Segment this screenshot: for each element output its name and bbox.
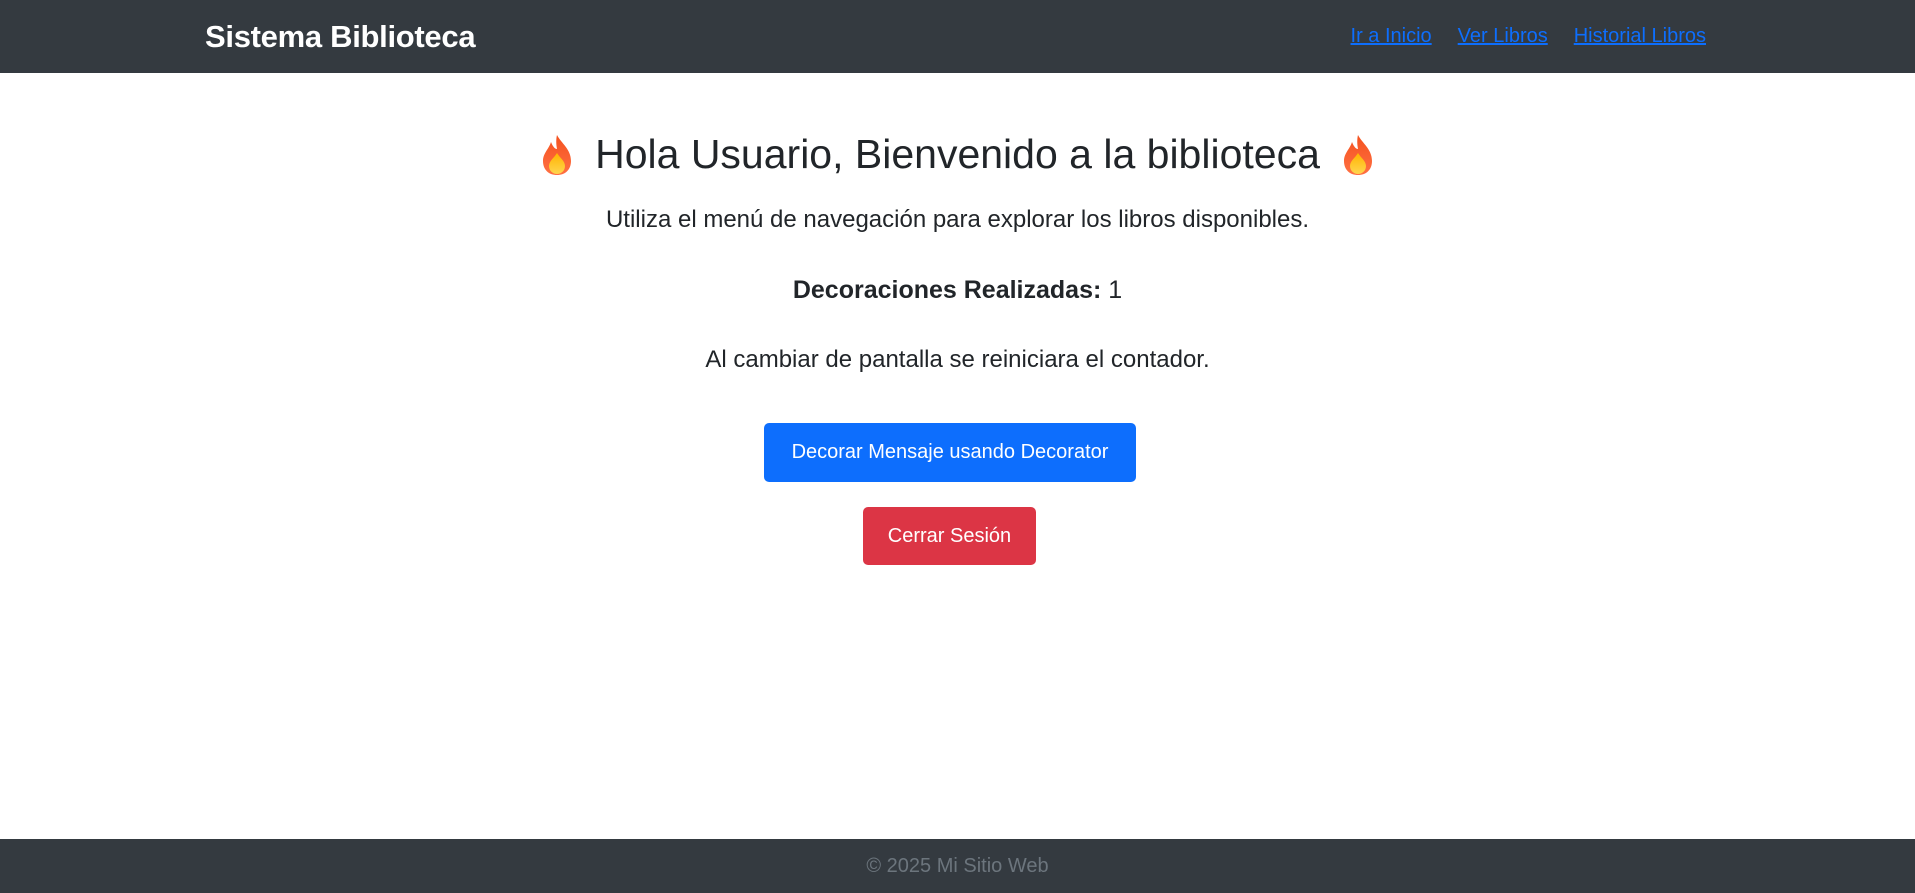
reset-note: Al cambiar de pantalla se reiniciara el … — [705, 346, 1210, 373]
welcome-heading: Hola Usuario, Bienvenido a la biblioteca — [0, 131, 1915, 178]
footer-text: © 2025 Mi Sitio Web — [866, 854, 1049, 877]
page-title: Hola Usuario, Bienvenido a la biblioteca — [595, 131, 1320, 177]
subtitle-text: Utiliza el menú de navegación para explo… — [605, 206, 1310, 233]
brand-title[interactable]: Sistema Biblioteca — [205, 0, 476, 73]
navbar: Sistema Biblioteca Ir a Inicio Ver Libro… — [0, 0, 1915, 73]
main-content: Hola Usuario, Bienvenido a la biblioteca… — [0, 73, 1915, 839]
nav-links: Ir a Inicio Ver Libros Historial Libros — [1351, 0, 1706, 73]
nav-link-ver-libros[interactable]: Ver Libros — [1458, 25, 1548, 48]
footer: © 2025 Mi Sitio Web — [0, 839, 1915, 893]
counter-value: 1 — [1108, 276, 1123, 304]
nav-link-historial-libros[interactable]: Historial Libros — [1574, 25, 1706, 48]
fire-icon — [1343, 134, 1372, 175]
decorate-button[interactable]: Decorar Mensaje usando Decorator — [764, 423, 1136, 482]
counter-label: Decoraciones Realizadas: — [792, 276, 1102, 304]
nav-link-inicio[interactable]: Ir a Inicio — [1351, 25, 1432, 48]
decorations-counter: Decoraciones Realizadas: 1 — [0, 276, 1915, 305]
fire-icon — [543, 134, 572, 175]
logout-button[interactable]: Cerrar Sesión — [863, 507, 1036, 565]
